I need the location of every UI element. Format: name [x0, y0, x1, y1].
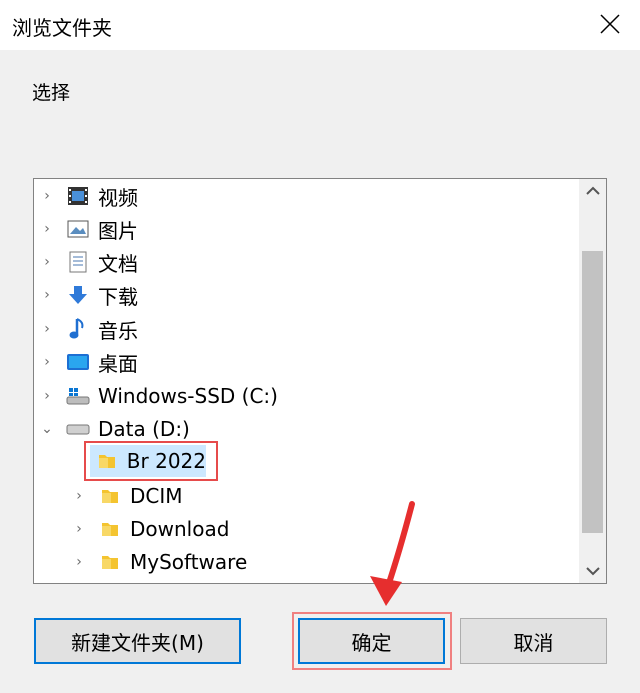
tree-item-label: 图片 — [98, 218, 138, 243]
annotation-arrow-icon — [370, 501, 415, 606]
tree-item-label: Download — [130, 517, 230, 541]
tree-item-dcim[interactable]: › DCIM — [70, 480, 183, 512]
tree-item-downloads[interactable]: › 下载 — [38, 279, 138, 311]
tree-item-music[interactable]: › 音乐 — [38, 313, 138, 345]
tree-item-label: MySoftware — [130, 550, 248, 574]
tree-item-label: 文档 — [98, 251, 138, 276]
vertical-scrollbar[interactable] — [579, 179, 606, 583]
music-icon — [66, 317, 90, 341]
scroll-down-icon[interactable] — [579, 559, 606, 583]
tree-item-pictures[interactable]: › 图片 — [38, 213, 138, 245]
tree-item-mysoftware[interactable]: › MySoftware — [70, 546, 247, 578]
scrollbar-thumb[interactable] — [582, 251, 603, 533]
chevron-right-icon[interactable]: › — [70, 553, 88, 571]
tree-item-windows-ssd[interactable]: › Windows-SSD (C:) — [38, 380, 278, 412]
tree-item-label: 下载 — [98, 284, 138, 309]
tree-item-label: 视频 — [98, 185, 138, 210]
folder-icon — [98, 550, 122, 574]
chevron-right-icon[interactable]: › — [38, 253, 56, 271]
chevron-right-icon[interactable]: › — [38, 286, 56, 304]
folder-tree[interactable]: › 视频 › 图片 › 文档 › 下载 › 音乐 › 桌面 › Windows-… — [33, 178, 607, 584]
drive-icon — [66, 417, 90, 441]
title-bar: 浏览文件夹 — [0, 0, 640, 50]
annotation-highlight-box — [84, 441, 218, 481]
cancel-button[interactable]: 取消 — [460, 618, 607, 664]
prompt-label: 选择 — [32, 82, 71, 104]
tree-item-label: 桌面 — [98, 351, 138, 376]
scroll-up-icon[interactable] — [579, 179, 606, 203]
tree-item-download[interactable]: › Download — [70, 513, 229, 545]
chevron-right-icon[interactable]: › — [38, 187, 56, 205]
chevron-right-icon[interactable]: › — [70, 520, 88, 538]
chevron-right-icon[interactable]: › — [38, 220, 56, 238]
new-folder-button[interactable]: 新建文件夹(M) — [34, 618, 241, 664]
tree-item-label: 音乐 — [98, 318, 138, 343]
folder-icon — [98, 517, 122, 541]
dialog-title: 浏览文件夹 — [12, 16, 112, 40]
tree-item-desktop[interactable]: › 桌面 — [38, 346, 138, 378]
video-icon — [66, 184, 90, 208]
download-icon — [66, 283, 90, 307]
close-icon[interactable] — [598, 12, 622, 36]
folder-icon — [98, 484, 122, 508]
chevron-down-icon[interactable]: ⌄ — [38, 420, 56, 438]
tree-item-label: Data (D:) — [98, 417, 190, 441]
tree-item-documents[interactable]: › 文档 — [38, 246, 138, 278]
chevron-right-icon[interactable]: › — [38, 353, 56, 371]
desktop-icon — [66, 350, 90, 374]
pictures-icon — [66, 217, 90, 241]
documents-icon — [66, 250, 90, 274]
chevron-right-icon[interactable]: › — [38, 320, 56, 338]
tree-item-label: Windows-SSD (C:) — [98, 384, 278, 408]
chevron-right-icon[interactable]: › — [38, 387, 56, 405]
tree-item-videos[interactable]: › 视频 — [38, 180, 138, 212]
tree-item-label: DCIM — [130, 484, 183, 508]
annotation-ok-box — [292, 612, 452, 670]
windows-drive-icon — [66, 384, 90, 408]
chevron-right-icon[interactable]: › — [70, 487, 88, 505]
